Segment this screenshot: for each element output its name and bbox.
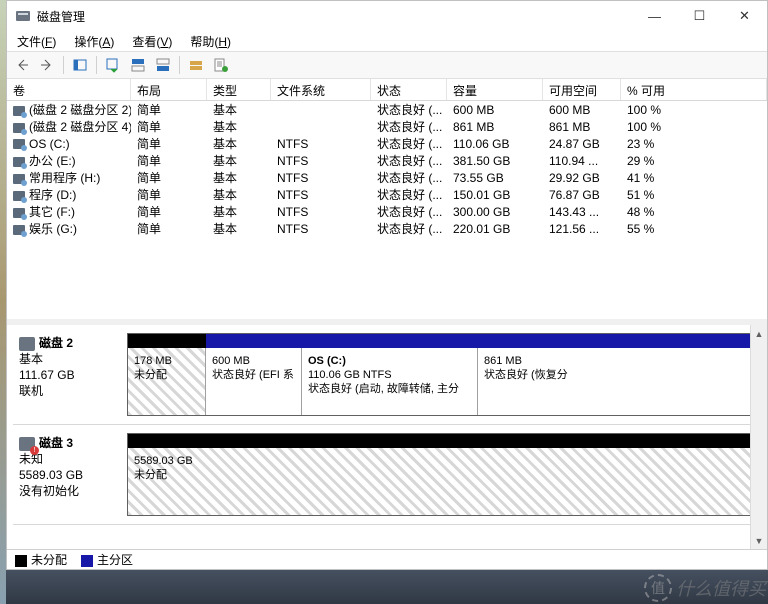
col-volume[interactable]: 卷 [7,79,131,100]
disk3-partition[interactable]: 5589.03 GB 未分配 [128,448,754,515]
back-button[interactable] [11,54,33,76]
disk2-type: 基本 [19,352,43,366]
volume-row[interactable]: 办公 (E:)简单基本NTFS状态良好 (...381.50 GB110.94 … [7,152,767,169]
app-icon [15,8,31,24]
disk2-partition[interactable]: 861 MB状态良好 (恢复分 [478,348,586,415]
disk2-band [128,334,754,348]
volume-row[interactable]: (磁盘 2 磁盘分区 4)简单基本状态良好 (...861 MB861 MB10… [7,118,767,135]
menubar: 文件(F) 操作(A) 查看(V) 帮助(H) [7,31,767,51]
legend-primary-label: 主分区 [97,553,133,567]
layout-bottom-button[interactable] [152,54,174,76]
legend: 未分配 主分区 [7,549,767,569]
volume-icon [13,139,25,149]
col-pctfree[interactable]: % 可用 [621,79,767,100]
settings-button[interactable] [185,54,207,76]
watermark-icon: 值 [644,574,672,602]
menu-actions[interactable]: 操作(A) [70,31,118,52]
volume-row[interactable]: 娱乐 (G:)简单基本NTFS状态良好 (...220.01 GB121.56 … [7,220,767,237]
disk2-partition[interactable]: OS (C:)110.06 GB NTFS状态良好 (启动, 故障转储, 主分 [302,348,478,415]
close-button[interactable]: ✕ [722,1,767,31]
disk2-partition[interactable]: 178 MB未分配 [128,348,206,415]
col-free[interactable]: 可用空间 [543,79,621,100]
watermark: 值 什么值得买 [644,574,766,602]
col-capacity[interactable]: 容量 [447,79,543,100]
view-button[interactable] [69,54,91,76]
col-status[interactable]: 状态 [371,79,447,100]
disk2-graph: 178 MB未分配600 MB状态良好 (EFI 系OS (C:)110.06 … [127,333,755,416]
disk2-name: 磁盘 2 [39,336,73,350]
forward-button[interactable] [36,54,58,76]
scroll-up-icon[interactable]: ▲ [751,325,767,342]
volume-icon [13,225,25,235]
disk-management-window: 磁盘管理 — ☐ ✕ 文件(F) 操作(A) 查看(V) 帮助(H) 卷 布局 … [6,0,768,570]
volume-row[interactable]: 常用程序 (H:)简单基本NTFS状态良好 (...73.55 GB29.92 … [7,169,767,186]
disk3-status: 没有初始化 [19,484,79,498]
toolbar [7,51,767,79]
volume-icon [13,174,25,184]
volume-row[interactable]: 程序 (D:)简单基本NTFS状态良好 (...150.01 GB76.87 G… [7,186,767,203]
volume-row[interactable]: (磁盘 2 磁盘分区 2)简单基本状态良好 (...600 MB600 MB10… [7,101,767,118]
col-layout[interactable]: 布局 [131,79,207,100]
volume-icon [13,106,25,116]
layout-top-button[interactable] [127,54,149,76]
disk2-status: 联机 [19,384,43,398]
titlebar: 磁盘管理 — ☐ ✕ [7,1,767,31]
volume-rows: (磁盘 2 磁盘分区 2)简单基本状态良好 (...600 MB600 MB10… [7,101,767,319]
col-type[interactable]: 类型 [207,79,271,100]
disk3-graph: 5589.03 GB 未分配 [127,433,755,516]
watermark-text: 什么值得买 [676,575,766,601]
volume-list-pane: 卷 布局 类型 文件系统 状态 容量 可用空间 % 可用 (磁盘 2 磁盘分区 … [7,79,767,325]
column-headers: 卷 布局 类型 文件系统 状态 容量 可用空间 % 可用 [7,79,767,101]
volume-row[interactable]: 其它 (F:)简单基本NTFS状态良好 (...300.00 GB143.43 … [7,203,767,220]
part-size: 5589.03 GB [134,454,748,468]
disk3-info[interactable]: !磁盘 3 未知 5589.03 GB 没有初始化 [13,429,127,524]
disk2-size: 111.67 GB [19,368,75,382]
menu-view[interactable]: 查看(V) [128,31,176,52]
maximize-button[interactable]: ☐ [677,1,722,31]
menu-file[interactable]: 文件(F) [13,31,60,52]
disk3-name: 磁盘 3 [39,436,73,450]
disk2-info[interactable]: 磁盘 2 基本 111.67 GB 联机 [13,329,127,424]
disk-row-2: 磁盘 2 基本 111.67 GB 联机 178 MB未分配600 MB状态良好… [13,329,761,425]
disk-row-3: !磁盘 3 未知 5589.03 GB 没有初始化 5589.03 GB 未分配 [13,429,761,525]
refresh-button[interactable] [102,54,124,76]
properties-button[interactable] [210,54,232,76]
menu-help[interactable]: 帮助(H) [186,31,235,52]
legend-unalloc-swatch [15,555,27,567]
volume-icon [13,157,25,167]
window-title: 磁盘管理 [37,8,632,25]
part-status: 未分配 [134,468,748,482]
disk-graphic-pane: 磁盘 2 基本 111.67 GB 联机 178 MB未分配600 MB状态良好… [7,325,767,569]
disk-icon [19,337,35,351]
disk3-band [128,434,754,448]
volume-row[interactable]: OS (C:)简单基本NTFS状态良好 (...110.06 GB24.87 G… [7,135,767,152]
disk2-partition[interactable]: 600 MB状态良好 (EFI 系 [206,348,302,415]
legend-unalloc-label: 未分配 [31,553,67,567]
disk-icon: ! [19,437,35,451]
vertical-scrollbar[interactable]: ▲ ▼ [750,325,767,549]
volume-icon [13,191,25,201]
col-fs[interactable]: 文件系统 [271,79,371,100]
minimize-button[interactable]: — [632,1,677,31]
volume-icon [13,208,25,218]
volume-icon [13,123,25,133]
disk3-size: 5589.03 GB [19,468,83,482]
legend-primary-swatch [81,555,93,567]
scroll-down-icon[interactable]: ▼ [751,532,767,549]
